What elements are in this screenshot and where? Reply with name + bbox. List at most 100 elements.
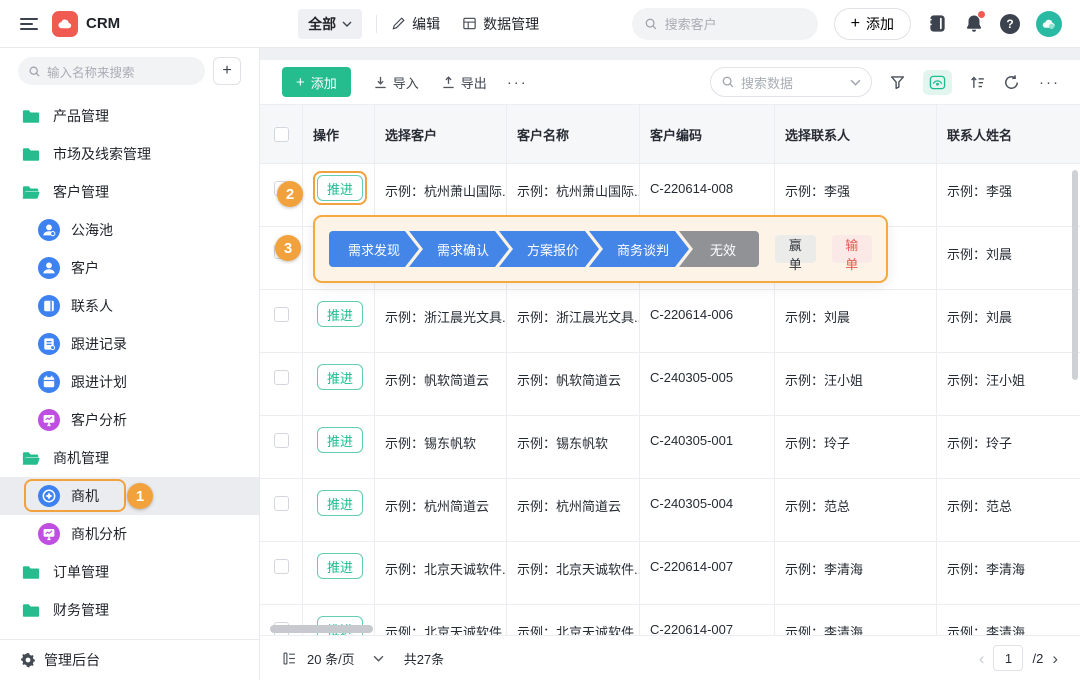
data-manage-button[interactable]: 数据管理	[462, 14, 539, 34]
app-root: CRM 全部 编辑 数据管理 搜索客户 + 添加	[0, 0, 1080, 680]
cell-4-4: 示例：玲子	[937, 416, 1080, 478]
import-button[interactable]: 导入	[373, 73, 419, 92]
column-header-5[interactable]: 联系人姓名	[937, 105, 1080, 163]
sort-button[interactable]	[969, 74, 986, 91]
advance-stage-button[interactable]: 推进	[317, 301, 363, 327]
sidebar-item-label: 市场及线索管理	[53, 144, 151, 164]
eye-icon	[929, 74, 946, 91]
lose-button[interactable]: 输单	[832, 235, 873, 263]
notebook-icon	[927, 13, 948, 34]
sidebar-item-label: 财务管理	[53, 600, 109, 620]
edit-button[interactable]: 编辑	[391, 14, 440, 34]
cell-4-2: C-240305-001	[640, 416, 775, 478]
column-header-4[interactable]: 选择联系人	[775, 105, 937, 163]
row-select-cell	[260, 416, 303, 478]
stage-1[interactable]: 需求确认	[409, 231, 509, 267]
sidebar-item-6[interactable]: 跟进记录	[0, 325, 259, 363]
folder-closed-icon	[20, 603, 42, 618]
stage-2[interactable]: 方案报价	[499, 231, 599, 267]
action-cell: 推进	[303, 416, 375, 478]
cell-4-3: 示例：玲子	[775, 416, 937, 478]
advance-stage-button[interactable]: 推进	[317, 553, 363, 579]
column-header-1[interactable]: 选择客户	[375, 105, 507, 163]
row-checkbox[interactable]	[274, 496, 289, 511]
contacts-book-button[interactable]	[927, 13, 948, 34]
prev-page-button[interactable]: ‹	[979, 650, 985, 667]
edit-label: 编辑	[412, 14, 440, 34]
notifications-button[interactable]	[964, 13, 984, 34]
column-header-3[interactable]: 客户编码	[640, 105, 775, 163]
user-avatar[interactable]	[1036, 11, 1062, 37]
chevron-down-icon[interactable]	[373, 655, 384, 662]
action-cell: 推进	[303, 290, 375, 352]
customer-search-input[interactable]: 搜索客户	[632, 8, 818, 40]
sidebar-menu: 产品管理市场及线索管理客户管理公海池客户联系人跟进记录跟进计划客户分析商机管理商…	[0, 97, 259, 667]
sidebar-item-13[interactable]: 财务管理	[0, 591, 259, 629]
sidebar-item-label: 商机分析	[71, 524, 127, 544]
row-checkbox[interactable]	[274, 433, 289, 448]
sidebar-item-label: 公海池	[71, 220, 113, 240]
sidebar-item-5[interactable]: 联系人	[0, 287, 259, 325]
cell-2-2: C-220614-006	[640, 290, 775, 352]
stage-0[interactable]: 需求发现	[329, 231, 419, 267]
next-page-button[interactable]: ›	[1052, 650, 1058, 667]
sidebar-add-button[interactable]: +	[213, 57, 241, 85]
question-icon: ?	[1000, 14, 1020, 34]
field-visibility-button[interactable]	[923, 70, 952, 95]
scope-dropdown[interactable]: 全部	[298, 9, 362, 39]
column-header-0[interactable]: 操作	[303, 105, 375, 163]
sidebar-item-9[interactable]: 商机管理	[0, 439, 259, 477]
data-manage-label: 数据管理	[483, 14, 539, 34]
advance-stage-button[interactable]: 推进	[317, 175, 363, 201]
help-button[interactable]: ?	[1000, 14, 1020, 34]
horizontal-scrollbar[interactable]	[270, 625, 373, 633]
more-table-options-button[interactable]: ···	[1039, 74, 1060, 91]
topbar-add-button[interactable]: + 添加	[834, 8, 911, 40]
advance-stage-button[interactable]: 推进	[317, 427, 363, 453]
column-header-2[interactable]: 客户名称	[507, 105, 640, 163]
plan-icon	[38, 371, 60, 393]
row-height-icon[interactable]	[282, 651, 297, 666]
sidebar-item-3[interactable]: 公海池	[0, 211, 259, 249]
sidebar-item-11[interactable]: 商机分析	[0, 515, 259, 553]
cell-3-2: C-240305-005	[640, 353, 775, 415]
sidebar-item-1[interactable]: 市场及线索管理	[0, 135, 259, 173]
advance-stage-button[interactable]: 推进	[317, 490, 363, 516]
sidebar-item-10[interactable]: 商机1	[0, 477, 259, 515]
row-checkbox[interactable]	[274, 370, 289, 385]
row-checkbox[interactable]	[274, 559, 289, 574]
select-all-cell	[260, 105, 303, 163]
table-row-6: 推进示例：北京天诚软件...示例：北京天诚软件...C-220614-007示例…	[260, 542, 1080, 605]
select-all-checkbox[interactable]	[274, 127, 289, 142]
sidebar-item-8[interactable]: 客户分析	[0, 401, 259, 439]
app-logo	[52, 11, 78, 37]
cell-3-1: 示例：帆软简道云	[507, 353, 640, 415]
table-row-4: 推进示例：锡东帆软示例：锡东帆软C-240305-001示例：玲子示例：玲子	[260, 416, 1080, 479]
sort-icon	[969, 74, 986, 91]
row-checkbox[interactable]	[274, 307, 289, 322]
add-record-button[interactable]: + 添加	[282, 67, 351, 97]
filter-button[interactable]	[889, 74, 906, 91]
sidebar-item-4[interactable]: 客户	[0, 249, 259, 287]
sidebar-search-input[interactable]: 输入名称来搜索	[18, 57, 205, 85]
vertical-scrollbar[interactable]	[1072, 170, 1078, 380]
export-button[interactable]: 导出	[441, 73, 487, 92]
win-button[interactable]: 赢单	[775, 235, 816, 263]
more-actions-button[interactable]: ···	[507, 74, 528, 91]
advance-stage-button[interactable]: 推进	[317, 364, 363, 390]
cloud-icon	[57, 16, 73, 32]
sidebar-item-2[interactable]: 客户管理	[0, 173, 259, 211]
stage-3[interactable]: 商务谈判	[589, 231, 689, 267]
page-size-select[interactable]: 20 条/页	[307, 649, 355, 668]
stage-4[interactable]: 无效	[679, 231, 759, 267]
table-header: 操作选择客户客户名称客户编码选择联系人联系人姓名	[260, 104, 1080, 164]
menu-toggle-icon[interactable]	[20, 18, 38, 30]
data-search-input[interactable]: 搜索数据	[710, 67, 872, 97]
admin-console-link[interactable]: 管理后台	[0, 639, 259, 680]
page-number-input[interactable]: 1	[993, 645, 1023, 671]
data-search-placeholder: 搜索数据	[741, 73, 844, 92]
refresh-button[interactable]	[1003, 74, 1020, 91]
sidebar-item-7[interactable]: 跟进计划	[0, 363, 259, 401]
sidebar-item-0[interactable]: 产品管理	[0, 97, 259, 135]
sidebar-item-12[interactable]: 订单管理	[0, 553, 259, 591]
